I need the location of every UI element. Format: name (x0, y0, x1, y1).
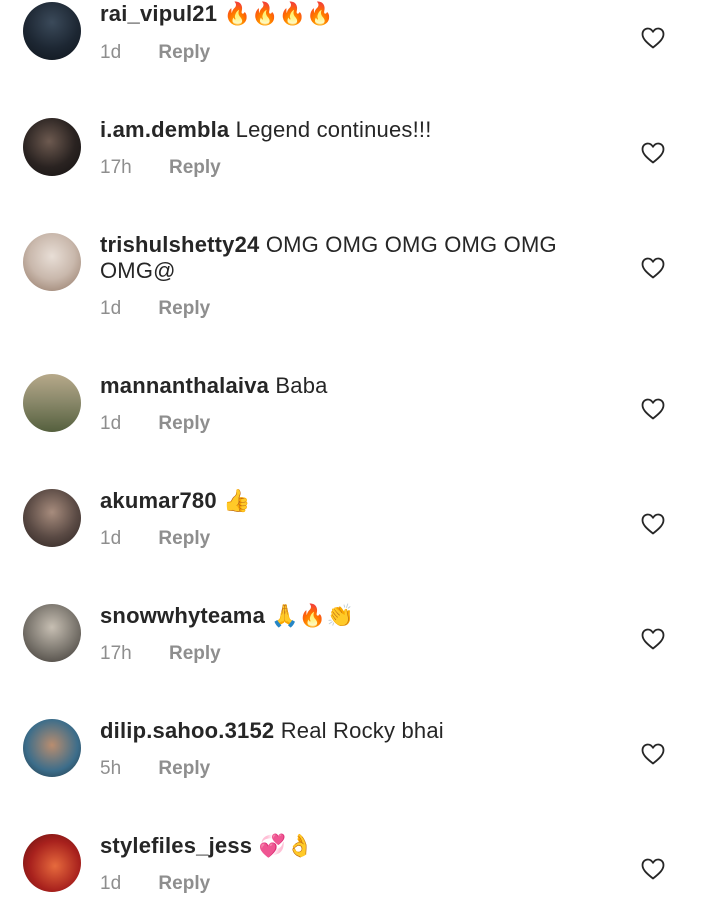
comment-username[interactable]: snowwhyteama (100, 603, 265, 628)
comment-username[interactable]: i.am.dembla (100, 117, 229, 142)
comment-timestamp: 1d (100, 298, 122, 319)
comment-text: OMG OMG OMG OMG OMG (265, 232, 557, 257)
comment-timestamp: 1d (100, 42, 122, 63)
heart-outline-icon[interactable] (641, 743, 665, 765)
comment-text: Legend continues!!! (235, 117, 432, 142)
reply-button[interactable]: Reply (158, 298, 210, 320)
avatar[interactable] (23, 604, 81, 662)
comment-username[interactable]: dilip.sahoo.3152 (100, 718, 274, 743)
comment-text-continued: OMG@ (100, 258, 176, 283)
heart-outline-icon[interactable] (641, 398, 665, 420)
comment-text: Real Rocky bhai (280, 718, 444, 743)
comment-emoji: 💞👌 (258, 834, 314, 859)
heart-outline-icon[interactable] (641, 27, 665, 49)
comment-emoji: 🙏🔥👏 (271, 604, 355, 629)
comment-username[interactable]: stylefiles_jess (100, 833, 252, 858)
avatar[interactable] (23, 118, 81, 176)
avatar[interactable] (23, 489, 81, 547)
heart-outline-icon[interactable] (641, 142, 665, 164)
heart-outline-icon[interactable] (641, 513, 665, 535)
heart-outline-icon[interactable] (641, 858, 665, 880)
reply-button[interactable]: Reply (169, 643, 221, 665)
reply-button[interactable]: Reply (158, 413, 210, 435)
comment-timestamp: 5h (100, 758, 122, 779)
avatar[interactable] (23, 2, 81, 60)
comment-timestamp: 17h (100, 643, 132, 664)
comment-text: Baba (275, 373, 328, 398)
comment-username[interactable]: rai_vipul21 (100, 1, 217, 26)
avatar[interactable] (23, 719, 81, 777)
reply-button[interactable]: Reply (169, 157, 221, 179)
comment-emoji: 👍 (223, 489, 251, 514)
reply-button[interactable]: Reply (158, 42, 210, 64)
comment-timestamp: 1d (100, 873, 122, 894)
reply-button[interactable]: Reply (158, 758, 210, 780)
reply-button[interactable]: Reply (158, 528, 210, 550)
comment-timestamp: 1d (100, 413, 122, 434)
comment-timestamp: 1d (100, 528, 122, 549)
comment-username[interactable]: akumar780 (100, 488, 217, 513)
comment-timestamp: 17h (100, 157, 132, 178)
heart-outline-icon[interactable] (641, 257, 665, 279)
reply-button[interactable]: Reply (158, 873, 210, 895)
comment-emoji: 🔥🔥🔥🔥 (223, 2, 334, 27)
avatar[interactable] (23, 834, 81, 892)
comment-username[interactable]: mannanthalaiva (100, 373, 269, 398)
avatar[interactable] (23, 233, 81, 291)
avatar[interactable] (23, 374, 81, 432)
comment-username[interactable]: trishulshetty24 (100, 232, 260, 257)
heart-outline-icon[interactable] (641, 628, 665, 650)
